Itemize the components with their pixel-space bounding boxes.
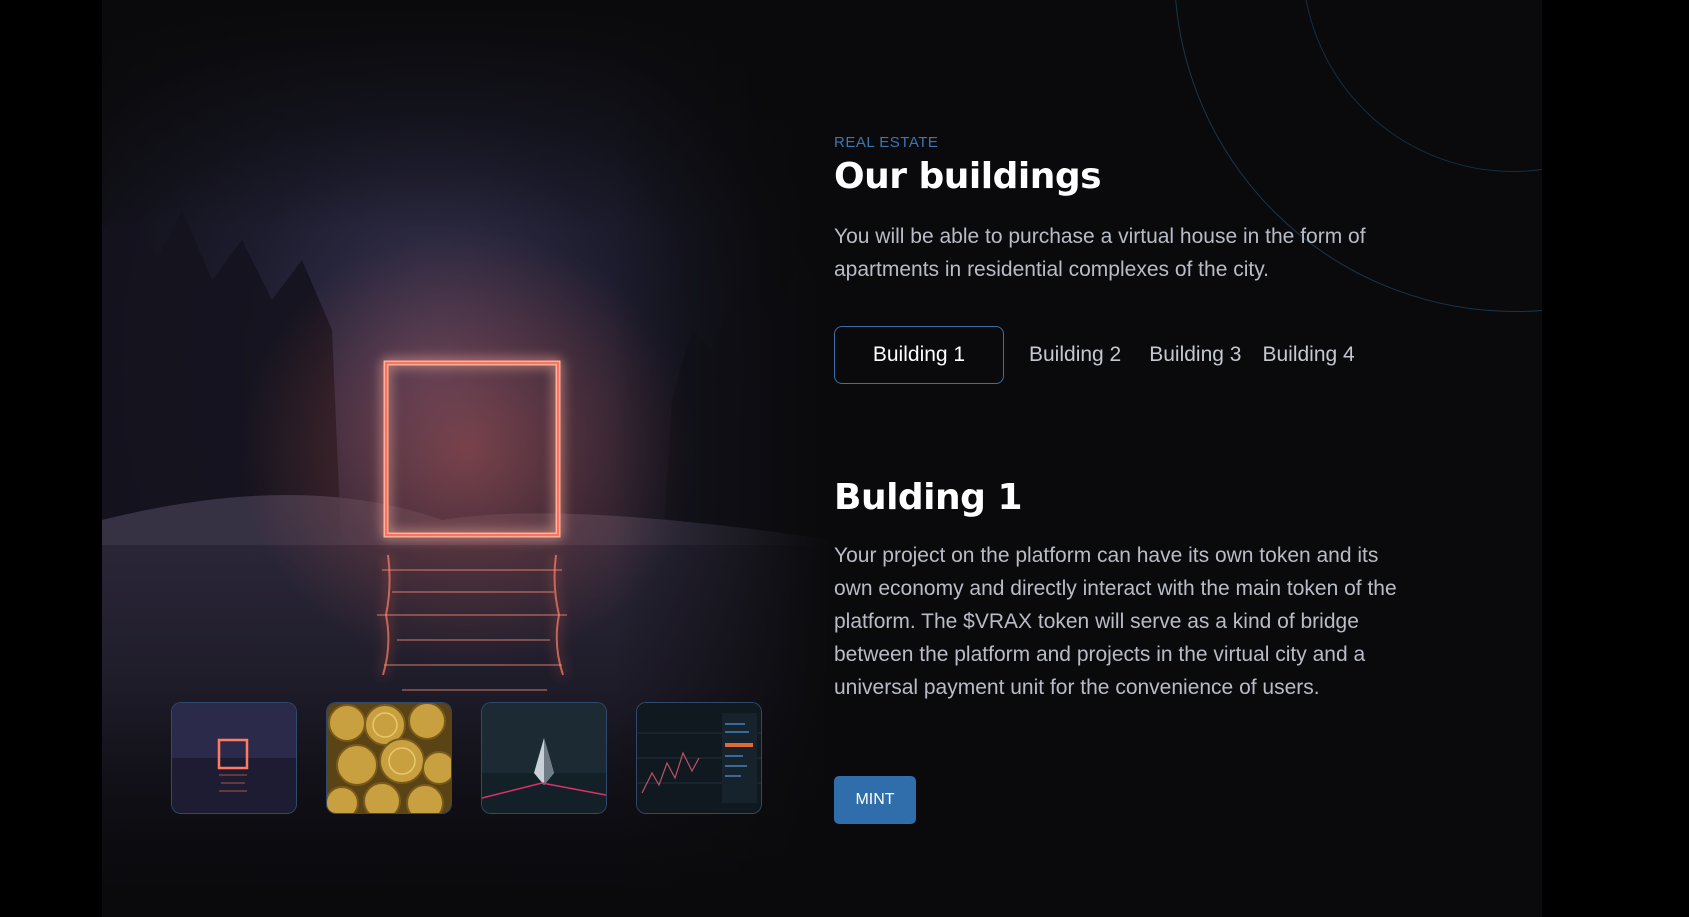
mint-button[interactable]: MINT: [834, 776, 916, 824]
section-title: Our buildings: [834, 156, 1102, 197]
building-title: Bulding 1: [834, 477, 1023, 518]
gallery-thumbnails: [171, 702, 762, 814]
section-lead: You will be able to purchase a virtual h…: [834, 225, 1366, 281]
tab-building-3[interactable]: Building 3: [1149, 343, 1241, 367]
tab-building-1[interactable]: Building 1: [834, 326, 1004, 384]
tab-building-2[interactable]: Building 2: [1029, 343, 1121, 367]
neon-portal-thumbnail[interactable]: [171, 702, 297, 814]
tab-building-4[interactable]: Building 4: [1262, 343, 1354, 367]
buildings-section: REAL ESTATE Our buildings You will be ab…: [102, 0, 1542, 917]
trading-chart-thumbnail[interactable]: [636, 702, 762, 814]
building-tabs: Building 1 Building 2 Building 3 Buildin…: [834, 325, 1355, 385]
crypto-coins-thumbnail[interactable]: [326, 702, 452, 814]
building-description: Your project on the platform can have it…: [834, 544, 1397, 699]
section-eyebrow: REAL ESTATE: [834, 134, 939, 151]
ethereum-crystal-thumbnail[interactable]: [481, 702, 607, 814]
